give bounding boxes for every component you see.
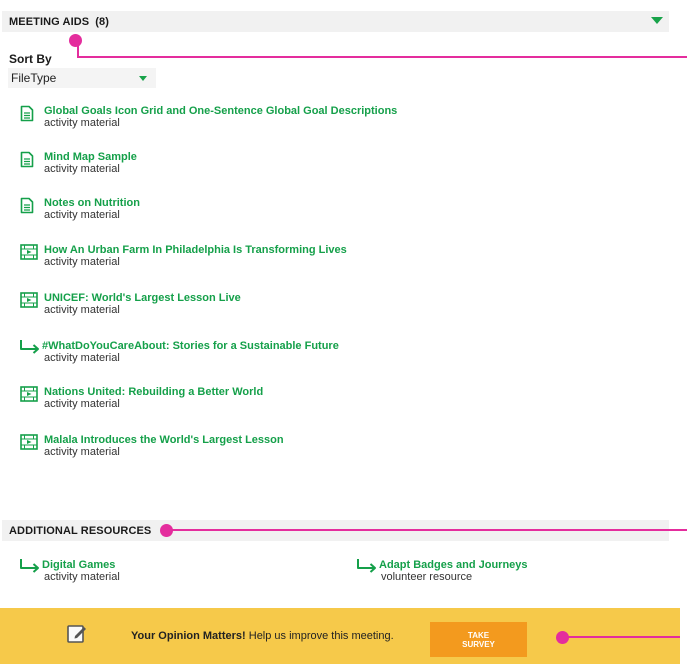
edit-note-icon bbox=[67, 625, 86, 643]
document-icon bbox=[20, 105, 34, 122]
chevron-down-icon bbox=[139, 76, 147, 81]
item-title[interactable]: Global Goals Icon Grid and One-Sentence … bbox=[44, 105, 397, 117]
item-type: activity material bbox=[44, 117, 120, 129]
video-icon bbox=[20, 292, 38, 308]
resource-type: activity material bbox=[44, 571, 120, 583]
item-title[interactable]: Malala Introduces the World's Largest Le… bbox=[44, 434, 284, 446]
annotation-dot bbox=[556, 631, 569, 644]
link-arrow-icon bbox=[357, 559, 376, 573]
video-icon bbox=[20, 386, 38, 402]
sort-by-select[interactable]: FileType bbox=[8, 68, 156, 88]
annotation-dot bbox=[160, 524, 173, 537]
item-type: activity material bbox=[44, 304, 120, 316]
annotation-line bbox=[168, 529, 687, 531]
link-arrow-icon bbox=[20, 340, 39, 354]
sort-by-value: FileType bbox=[11, 71, 57, 85]
survey-message: Your Opinion Matters! Help us improve th… bbox=[131, 630, 394, 642]
take-survey-button[interactable]: TAKE SURVEY bbox=[430, 622, 527, 657]
video-icon bbox=[20, 244, 38, 260]
chevron-down-icon[interactable] bbox=[651, 17, 663, 24]
item-title[interactable]: Nations United: Rebuilding a Better Worl… bbox=[44, 386, 263, 398]
survey-message-bold: Your Opinion Matters! bbox=[131, 630, 246, 642]
additional-resources-title: ADDITIONAL RESOURCES bbox=[9, 524, 152, 537]
item-title[interactable]: How An Urban Farm In Philadelphia Is Tra… bbox=[44, 244, 347, 256]
resource-type: volunteer resource bbox=[381, 571, 473, 583]
sort-by-label: Sort By bbox=[9, 52, 52, 66]
item-type: activity material bbox=[44, 163, 120, 175]
meeting-aids-title: MEETING AIDS bbox=[9, 15, 90, 28]
item-type: activity material bbox=[44, 209, 120, 221]
annotation-dot bbox=[69, 34, 82, 47]
item-title[interactable]: Mind Map Sample bbox=[44, 151, 137, 163]
item-title[interactable]: UNICEF: World's Largest Lesson Live bbox=[44, 292, 241, 304]
resource-title[interactable]: Digital Games bbox=[42, 559, 115, 571]
document-icon bbox=[20, 197, 34, 214]
resource-title[interactable]: Adapt Badges and Journeys bbox=[379, 559, 528, 571]
item-title[interactable]: #WhatDoYouCareAbout: Stories for a Susta… bbox=[42, 340, 339, 352]
document-icon bbox=[20, 151, 34, 168]
annotation-line bbox=[566, 636, 680, 638]
annotation-line bbox=[77, 56, 687, 58]
survey-message-text: Help us improve this meeting. bbox=[245, 630, 394, 642]
video-icon bbox=[20, 434, 38, 450]
item-type: activity material bbox=[44, 352, 120, 364]
meeting-aids-header[interactable]: MEETING AIDS (8) bbox=[2, 11, 669, 32]
meeting-aids-count: (8) bbox=[95, 15, 109, 28]
item-type: activity material bbox=[44, 256, 120, 268]
item-type: activity material bbox=[44, 398, 120, 410]
item-type: activity material bbox=[44, 446, 120, 458]
link-arrow-icon bbox=[20, 559, 39, 573]
item-title[interactable]: Notes on Nutrition bbox=[44, 197, 140, 209]
survey-banner: Your Opinion Matters! Help us improve th… bbox=[0, 608, 680, 664]
